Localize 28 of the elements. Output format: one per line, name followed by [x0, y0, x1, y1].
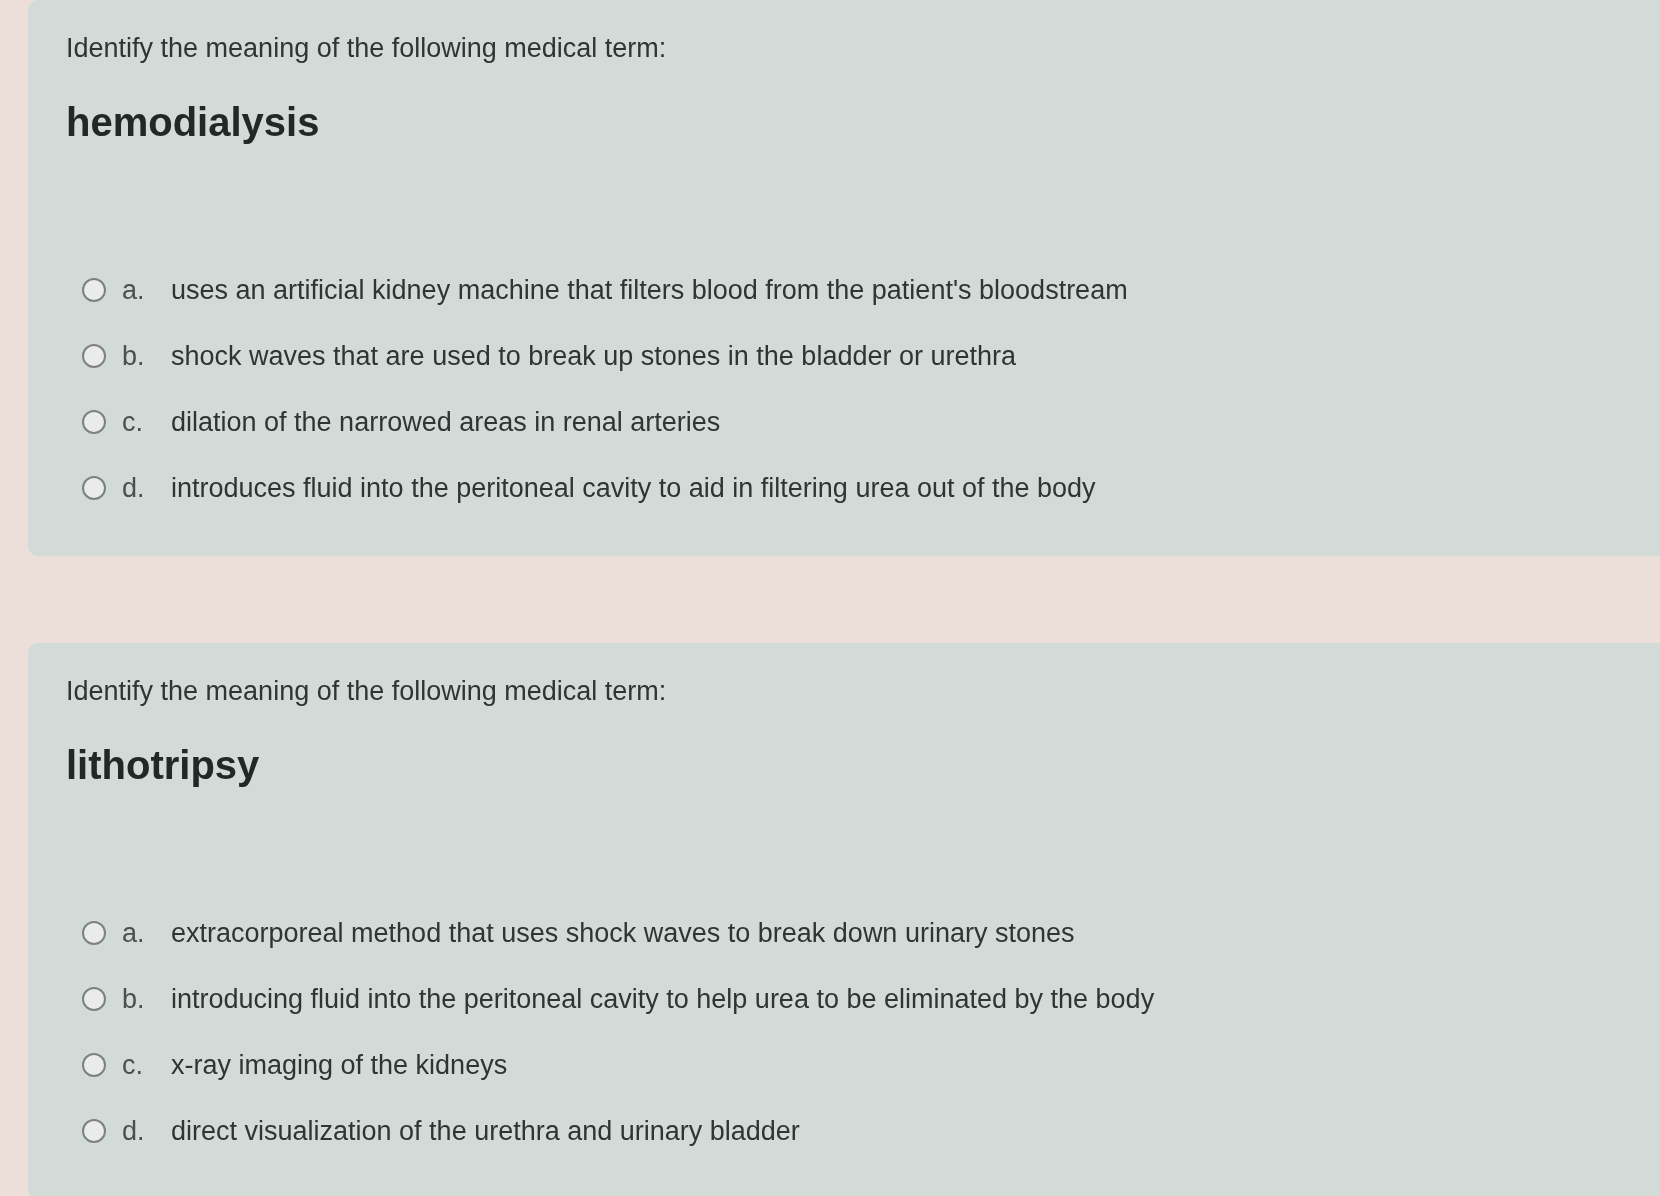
option-text[interactable]: shock waves that are used to break up stones in the bladder or urethra [171, 340, 1016, 372]
option-text[interactable]: x-ray imaging of the kidneys [171, 1049, 508, 1081]
option-letter: b. [122, 983, 146, 1015]
option-letter: d. [122, 1115, 146, 1147]
radio-button[interactable] [82, 921, 106, 945]
option-letter: d. [122, 472, 146, 504]
option-letter: a. [122, 917, 146, 949]
question-prompt: Identify the meaning of the following medical term: [66, 675, 667, 707]
option-letter: a. [122, 274, 146, 306]
radio-button[interactable] [82, 1053, 106, 1077]
option-letter: b. [122, 340, 146, 372]
option-text[interactable]: uses an artificial kidney machine that filters blood from the patient's bloodstream [171, 274, 1128, 306]
radio-button[interactable] [82, 987, 106, 1011]
radio-button[interactable] [82, 476, 106, 500]
option-letter: c. [122, 1049, 144, 1081]
option-letter: c. [122, 406, 144, 438]
option-text[interactable]: direct visualization of the urethra and urinary bladder [171, 1115, 800, 1147]
radio-button[interactable] [82, 344, 106, 368]
radio-button[interactable] [82, 278, 106, 302]
radio-button[interactable] [82, 1119, 106, 1143]
option-text[interactable]: introduces fluid into the peritoneal cavity to aid in filtering urea out of the body [171, 472, 1096, 504]
question-prompt: Identify the meaning of the following medical term: [66, 32, 667, 64]
option-text[interactable]: dilation of the narrowed areas in renal arteries [171, 406, 721, 438]
radio-button[interactable] [82, 410, 106, 434]
medical-term: hemodialysis [66, 99, 320, 146]
option-text[interactable]: extracorporeal method that uses shock waves to break down urinary stones [171, 917, 1075, 949]
option-text[interactable]: introducing fluid into the peritoneal cavity to help urea to be eliminated by the body [171, 983, 1155, 1015]
medical-term: lithotripsy [66, 742, 260, 789]
